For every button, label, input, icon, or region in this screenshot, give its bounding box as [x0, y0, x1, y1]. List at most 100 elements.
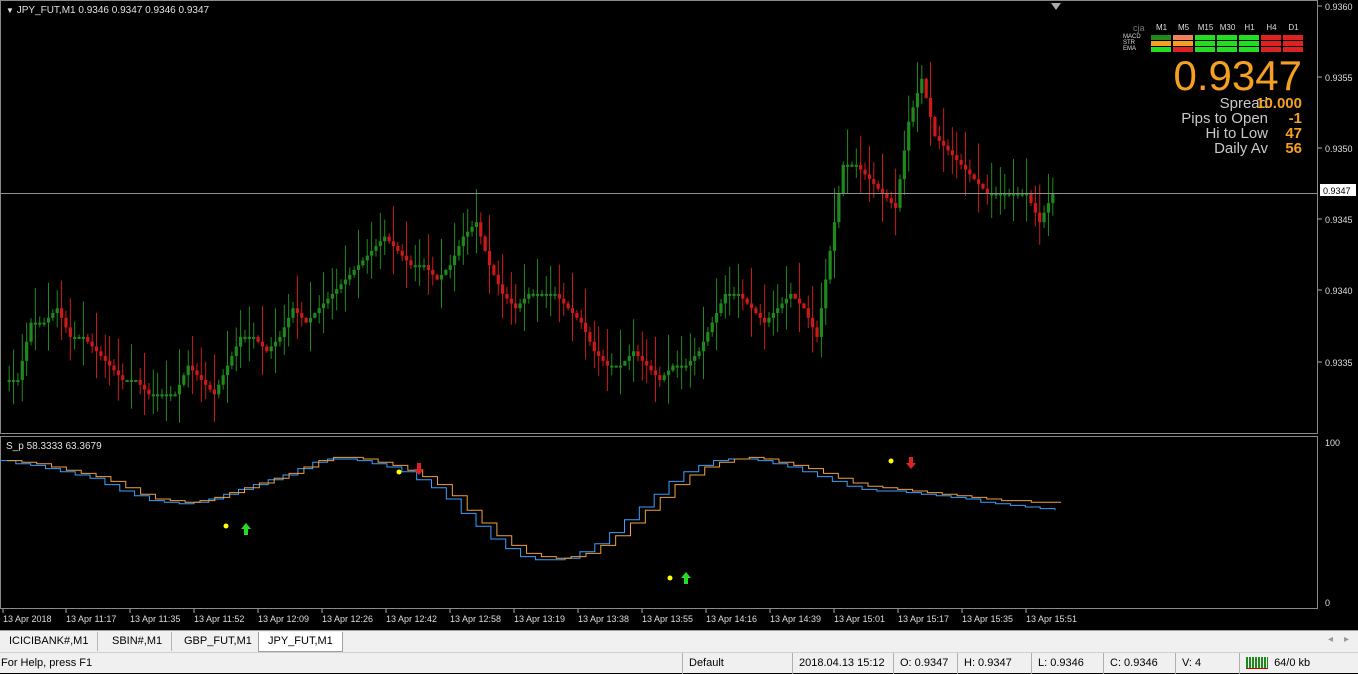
status-bar: For Help, press F1 Default 2018.04.13 15…	[0, 652, 1358, 674]
candle-body	[684, 365, 688, 368]
time-tick-label: 13 Apr 15:17	[898, 614, 949, 624]
candle-body	[326, 298, 330, 304]
candle-body	[1033, 203, 1037, 213]
candle-body	[501, 284, 505, 294]
signal-cell	[1151, 35, 1171, 40]
signal-cell	[1151, 41, 1171, 46]
candle-body	[666, 370, 671, 376]
candle-body	[352, 269, 356, 275]
candle-body	[247, 336, 251, 339]
candle-body	[889, 198, 893, 204]
candle-body	[976, 179, 981, 184]
candle-body	[256, 336, 260, 342]
candle-body	[483, 236, 487, 251]
signal-cell	[1283, 41, 1303, 46]
timeframe-label-h4: H4	[1266, 23, 1277, 32]
candle-body	[605, 360, 610, 366]
candle-body	[195, 370, 199, 376]
price-tick-label: 0.9345	[1325, 215, 1353, 225]
candle-body	[138, 379, 142, 385]
status-traffic-text: 64/0 kb	[1274, 657, 1311, 669]
candle-body	[38, 322, 42, 325]
tab-sbin[interactable]: SBIN#,M1	[103, 632, 173, 651]
collapse-triangle-icon[interactable]: ▼	[6, 6, 14, 15]
scroll-marker-icon[interactable]	[1051, 3, 1061, 10]
tab-scroll-left-icon[interactable]: ◂	[1328, 634, 1333, 645]
candle-body	[714, 313, 719, 323]
candle-body	[553, 293, 557, 296]
candle-body	[693, 356, 697, 361]
oscillator-line	[1, 458, 1056, 561]
candle-body	[623, 360, 627, 366]
candle-body	[1029, 193, 1033, 204]
price-tick-label: 0.9340	[1325, 286, 1353, 296]
candle-body	[758, 313, 762, 318]
tab-icicibank[interactable]: ICICIBANK#,M1	[0, 632, 99, 651]
info-panel: cja M1 M5 M15 M30 H1 H4 D1 MACD STR EMA 0.9347 Spr…	[1121, 23, 1306, 163]
price-scale[interactable]: 0.9360 0.9355 0.9350 0.9345 0.9340 0.9335 0.93…	[1318, 0, 1358, 610]
price-tick-label: 0.9360	[1325, 2, 1353, 12]
candle-body	[588, 332, 592, 342]
price-scale-svg: 0.9360 0.9355 0.9350 0.9345 0.9340 0.9335 0.93…	[1318, 2, 1356, 608]
tab-jpy-fut[interactable]: JPY_FUT,M1	[258, 632, 343, 652]
candle-body	[190, 365, 195, 371]
candle-body	[614, 365, 618, 368]
candle-body	[356, 265, 361, 270]
candle-body	[959, 160, 963, 165]
candle-body	[370, 250, 374, 256]
candle-body	[540, 293, 544, 296]
status-datetime: 2018.04.13 15:12	[792, 653, 897, 674]
candle-body	[418, 265, 422, 268]
candle-body	[466, 231, 470, 237]
candle-body	[142, 384, 147, 390]
oscillator-chart[interactable]	[1, 437, 1319, 610]
candle-body	[90, 341, 94, 347]
candle-body	[854, 164, 858, 167]
candle-body	[767, 317, 771, 323]
candle-body	[365, 255, 369, 261]
candle-body	[400, 250, 404, 256]
candle-body	[134, 379, 138, 382]
candle-body	[55, 308, 59, 314]
candle-body	[212, 389, 217, 395]
candle-body	[64, 317, 68, 328]
candle-body	[204, 379, 208, 385]
time-tick-label: 13 Apr 11:17	[66, 614, 116, 624]
signal-dot	[396, 469, 402, 475]
candle-body	[343, 279, 348, 285]
signal-cell	[1195, 41, 1215, 46]
candle-body	[658, 375, 662, 380]
info-row-value: -1	[1288, 110, 1302, 127]
candle-body	[291, 308, 295, 318]
info-row-label: Daily Av	[1214, 140, 1268, 157]
candle-body	[671, 365, 675, 371]
candle-body	[802, 303, 806, 309]
candle-body	[662, 375, 666, 380]
candle-body	[199, 375, 203, 380]
oscillator-panel[interactable]: S_p 58.3333 63.3679	[0, 436, 1318, 609]
candle-body	[304, 317, 308, 323]
signal-cell	[1261, 35, 1281, 40]
tab-scroll-right-icon[interactable]: ▸	[1344, 634, 1349, 645]
signal-dot	[667, 575, 673, 581]
candle-body	[505, 293, 509, 299]
candle-body	[575, 313, 579, 318]
candle-body	[16, 379, 20, 382]
candle-body	[182, 375, 186, 385]
candle-body	[444, 269, 448, 275]
candle-body	[806, 308, 810, 318]
candle-body	[732, 293, 736, 296]
info-row-value: 47	[1285, 125, 1302, 142]
candle-body	[330, 293, 334, 299]
main-chart-panel[interactable]: ▼ JPY_FUT,M1 0.9346 0.9347 0.9346 0.9347…	[0, 0, 1319, 434]
candle-body	[42, 322, 46, 325]
candle-body	[649, 365, 653, 371]
candle-body	[640, 356, 644, 361]
candle-body	[845, 164, 850, 167]
candle-body	[479, 222, 483, 237]
tab-gbp-fut[interactable]: GBP_FUT,M1	[175, 632, 262, 651]
candle-body	[492, 265, 496, 275]
candle-body	[928, 97, 933, 117]
status-profile[interactable]: Default	[682, 653, 795, 674]
candle-body	[950, 150, 954, 156]
